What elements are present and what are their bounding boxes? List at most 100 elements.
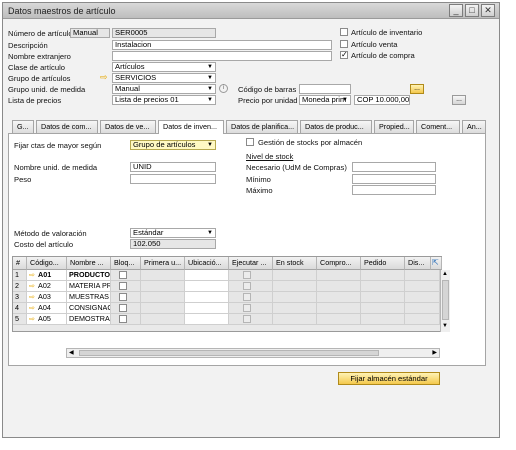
scroll-up-icon[interactable]: ▲ [442,271,448,277]
horizontal-scrollbar[interactable]: ◀ ▶ [66,348,440,358]
table-cell[interactable] [361,281,405,292]
blocked-checkbox-cell[interactable] [111,281,141,292]
blocked-checkbox[interactable] [119,282,127,290]
tab-anexos[interactable]: An... [462,120,486,133]
blocked-checkbox-cell[interactable] [111,303,141,314]
warehouse-code-cell[interactable]: ⇨ A04 [27,303,67,314]
expand-icon[interactable]: ⇱ [431,257,442,270]
nombre-ext-field[interactable] [112,51,332,61]
link-arrow-icon[interactable]: ⇨ [29,314,35,323]
warehouse-name-cell[interactable]: DEMOSTRAC [67,314,111,325]
link-arrow-icon[interactable]: ⇨ [100,73,108,82]
col-header-comprometido[interactable]: Compro... [317,257,361,270]
table-cell[interactable] [361,292,405,303]
maximize-icon[interactable]: □ [465,4,479,17]
link-arrow-icon[interactable]: ⇨ [29,270,35,279]
warehouse-code-cell[interactable]: ⇨ A02 [27,281,67,292]
tab-planificacion[interactable]: Datos de planifica... [226,120,298,133]
table-cell[interactable] [185,281,229,292]
table-cell[interactable] [273,292,317,303]
col-header-primera[interactable]: Primera u... [141,257,185,270]
warehouse-name-cell[interactable]: PRODUCTO [67,270,111,281]
warehouse-name-cell[interactable]: CONSIGNAC [67,303,111,314]
table-cell[interactable] [185,270,229,281]
execute-checkbox-cell[interactable] [229,303,273,314]
codigo-barras-field[interactable] [299,84,351,94]
fijar-almacen-button[interactable]: Fijar almacén estándar [338,372,440,385]
table-cell[interactable] [361,314,405,325]
execute-checkbox[interactable] [243,304,251,312]
table-cell[interactable] [317,281,361,292]
col-header-en-stock[interactable]: En stock [273,257,317,270]
tab-inventario[interactable]: Datos de inven... [158,120,224,134]
numero-field[interactable]: SER0005 [112,28,216,38]
compra-checkbox[interactable]: ✓ [340,51,348,59]
table-cell[interactable] [185,292,229,303]
tab-comentarios[interactable]: Coment... [416,120,460,133]
table-cell[interactable] [273,270,317,281]
barcode-browse-button[interactable]: ... [410,84,424,94]
execute-checkbox-cell[interactable] [229,270,273,281]
table-cell[interactable] [273,303,317,314]
col-header-num[interactable]: # [13,257,27,270]
blocked-checkbox[interactable] [119,304,127,312]
gestion-checkbox[interactable] [246,138,254,146]
execute-checkbox-cell[interactable] [229,314,273,325]
precio-browse-button[interactable]: ... [452,95,466,105]
row-number[interactable]: 2 [13,281,27,292]
necesario-field[interactable] [352,162,436,172]
inventario-checkbox[interactable] [340,28,348,36]
warehouse-code-cell[interactable]: ⇨ A01 [27,270,67,281]
warehouse-name-cell[interactable]: MUESTRAS [67,292,111,303]
table-cell[interactable] [361,303,405,314]
warehouse-code-cell[interactable]: ⇨ A05 [27,314,67,325]
row-number[interactable]: 4 [13,303,27,314]
link-arrow-icon[interactable]: ⇨ [29,292,35,301]
execute-checkbox-cell[interactable] [229,292,273,303]
table-cell[interactable] [405,292,440,303]
table-cell[interactable] [317,314,361,325]
metodo-select[interactable]: Estándar [130,228,216,238]
table-cell[interactable] [141,292,185,303]
row-number[interactable]: 3 [13,292,27,303]
blocked-checkbox-cell[interactable] [111,292,141,303]
close-icon[interactable]: ✕ [481,4,495,17]
table-cell[interactable] [405,281,440,292]
tab-produccion[interactable]: Datos de produc... [300,120,372,133]
tab-propiedades[interactable]: Propied... [374,120,414,133]
blocked-checkbox[interactable] [119,293,127,301]
table-cell[interactable] [273,314,317,325]
scroll-thumb[interactable] [442,280,449,320]
scroll-left-icon[interactable]: ◀ [69,349,74,356]
col-header-codigo[interactable]: Código... [27,257,67,270]
link-arrow-icon[interactable]: ⇨ [29,281,35,290]
minimo-field[interactable] [352,174,436,184]
table-cell[interactable] [405,314,440,325]
table-cell[interactable] [405,270,440,281]
table-cell[interactable] [273,281,317,292]
col-header-disponible[interactable]: Dis... [405,257,431,270]
table-cell[interactable] [361,270,405,281]
execute-checkbox[interactable] [243,315,251,323]
blocked-checkbox-cell[interactable] [111,314,141,325]
table-cell[interactable] [405,303,440,314]
row-number[interactable]: 5 [13,314,27,325]
scroll-right-icon[interactable]: ▶ [432,349,437,356]
table-cell[interactable] [317,292,361,303]
table-cell[interactable] [141,281,185,292]
tab-ventas[interactable]: Datos de ve... [100,120,156,133]
warehouse-code-cell[interactable]: ⇨ A03 [27,292,67,303]
col-header-pedido[interactable]: Pedido [361,257,405,270]
min-icon[interactable]: _ [449,4,463,17]
col-header-ejecutar[interactable]: Ejecutar ... [229,257,273,270]
moneda-select[interactable]: Moneda prim [299,95,351,105]
table-cell[interactable] [185,303,229,314]
lista-select[interactable]: Lista de precios 01 [112,95,216,105]
blocked-checkbox[interactable] [119,315,127,323]
info-icon[interactable]: i [219,84,228,93]
hscroll-thumb[interactable] [79,350,379,356]
blocked-checkbox-cell[interactable] [111,270,141,281]
vertical-scrollbar[interactable]: ▲ ▼ [440,270,450,332]
col-header-nombre[interactable]: Nombre ... [67,257,111,270]
descripcion-field[interactable]: Instalacion [112,40,332,50]
